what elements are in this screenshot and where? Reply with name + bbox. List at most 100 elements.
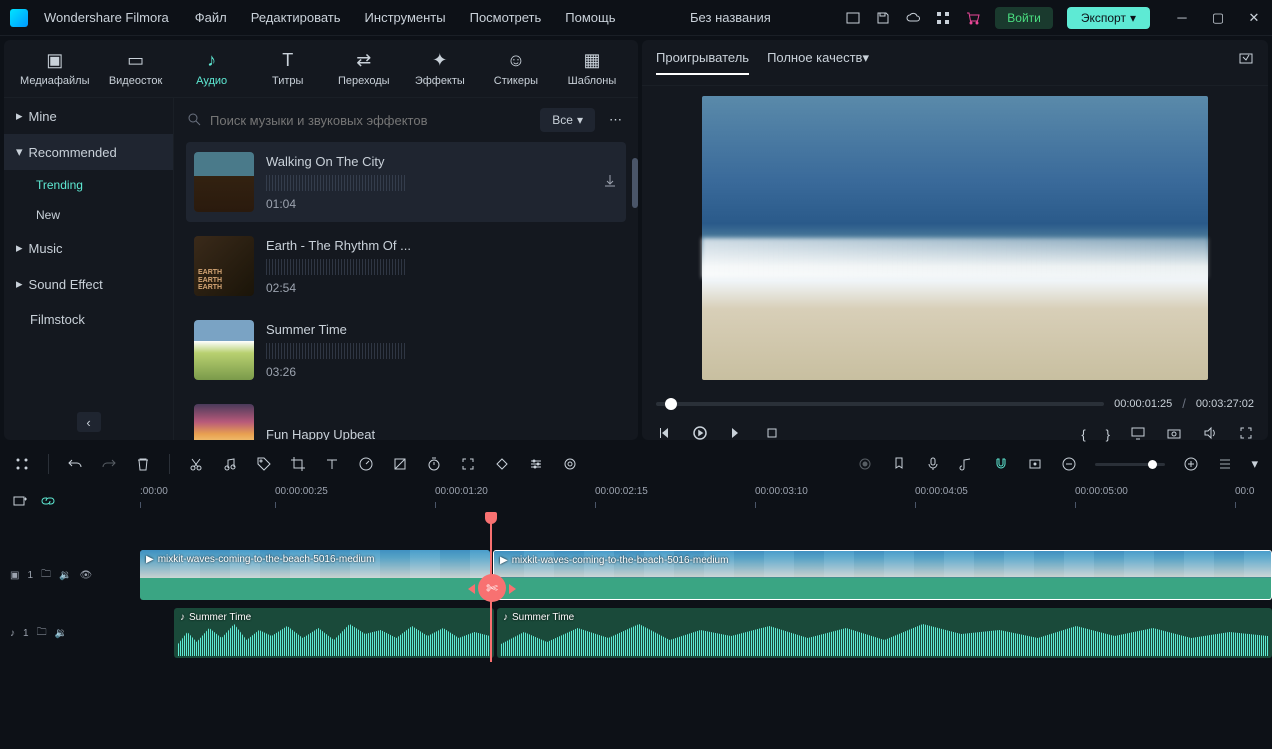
folder-icon[interactable]: 🗀: [37, 625, 47, 642]
tab-quality[interactable]: Полное качеств▾: [767, 50, 869, 75]
export-button[interactable]: Экспорт▾: [1067, 7, 1150, 29]
camera-icon[interactable]: [1166, 425, 1182, 444]
cloud-icon[interactable]: [905, 10, 921, 26]
marker-icon[interactable]: [891, 456, 907, 472]
ruler-tick: 00:00:05:00: [1075, 486, 1128, 497]
close-icon[interactable]: ✕: [1246, 10, 1262, 26]
folder-icon[interactable]: 🗀: [41, 567, 51, 584]
minimize-icon[interactable]: ─: [1174, 10, 1190, 26]
mic-icon[interactable]: [925, 456, 941, 472]
menu-view[interactable]: Посмотреть: [470, 10, 542, 25]
timeline-ruler[interactable]: :00:00 00:00:00:25 00:00:01:20 00:00:02:…: [120, 484, 1272, 518]
tab-player[interactable]: Проигрыватель: [656, 50, 749, 75]
stop-button[interactable]: [764, 425, 780, 444]
color-icon[interactable]: [392, 456, 408, 472]
music-note-icon[interactable]: [222, 456, 238, 472]
menu-edit[interactable]: Редактировать: [251, 10, 341, 25]
save-icon[interactable]: [875, 10, 891, 26]
sidebar-item-music[interactable]: ▸Music: [4, 230, 173, 266]
lock-icon[interactable]: 🔉: [59, 570, 71, 581]
link-icon[interactable]: [40, 493, 56, 509]
eye-icon[interactable]: 👁: [79, 570, 92, 581]
timer-icon[interactable]: [426, 456, 442, 472]
split-marker[interactable]: ✄: [478, 574, 506, 602]
fullscreen-icon[interactable]: [1238, 425, 1254, 444]
adjust-icon[interactable]: [528, 456, 544, 472]
expand-icon[interactable]: [460, 456, 476, 472]
main-menu: Файл Редактировать Инструменты Посмотрет…: [195, 10, 616, 25]
ruler-tick: 00:00:02:15: [595, 486, 648, 497]
sidebar-item-filmstock[interactable]: Filmstock: [4, 302, 173, 337]
cart-icon[interactable]: [965, 10, 981, 26]
frame-icon[interactable]: [1027, 456, 1043, 472]
download-icon[interactable]: [602, 173, 618, 192]
zoom-out-icon[interactable]: [1061, 456, 1077, 472]
zoom-in-icon[interactable]: [1183, 456, 1199, 472]
audio-clip[interactable]: ♪Summer Time: [497, 608, 1272, 658]
magnet-icon[interactable]: [993, 456, 1009, 472]
sidebar-item-new[interactable]: New: [4, 200, 173, 230]
login-button[interactable]: Войти: [995, 7, 1053, 29]
redo-icon[interactable]: [101, 456, 117, 472]
preview-video[interactable]: [702, 96, 1208, 380]
filter-dropdown[interactable]: Все▾: [540, 108, 595, 132]
speed-icon[interactable]: [358, 456, 374, 472]
display-icon[interactable]: [1130, 425, 1146, 444]
sidebar-collapse-button[interactable]: ‹: [77, 412, 101, 432]
mark-out-icon[interactable]: }: [1106, 427, 1110, 442]
tab-stickers[interactable]: ☺Стикеры: [486, 50, 546, 87]
track-item[interactable]: Earth - The Rhythm Of ... 02:54: [186, 226, 626, 306]
maximize-icon[interactable]: ▢: [1210, 10, 1226, 26]
cut-icon[interactable]: [188, 456, 204, 472]
undo-icon[interactable]: [67, 456, 83, 472]
more-button[interactable]: ⋯: [605, 108, 626, 132]
zoom-slider[interactable]: [1095, 463, 1165, 466]
next-frame-button[interactable]: [728, 425, 744, 444]
tab-stock[interactable]: ▭Видеосток: [106, 50, 166, 87]
keyframe-icon[interactable]: [494, 456, 510, 472]
scrollbar[interactable]: [632, 158, 638, 208]
tab-media[interactable]: ▣Медиафайлы: [20, 50, 89, 87]
sidebar-item-sfx[interactable]: ▸Sound Effect: [4, 266, 173, 302]
preview-panel: Проигрыватель Полное качеств▾ 00:00:01:2…: [642, 40, 1268, 440]
mute-icon[interactable]: 🔉: [55, 628, 67, 639]
audio-mixer-icon[interactable]: [959, 456, 975, 472]
ruler-tick: 00:0: [1235, 486, 1254, 497]
track-add-icon[interactable]: [12, 493, 28, 509]
apps-icon[interactable]: [935, 10, 951, 26]
list-view-icon[interactable]: [1217, 456, 1233, 472]
tag-icon[interactable]: [256, 456, 272, 472]
video-clip[interactable]: ▶mixkit-waves-coming-to-the-beach-5016-m…: [140, 550, 490, 600]
sidebar-item-mine[interactable]: ▸Mine: [4, 98, 173, 134]
tab-effects[interactable]: ✦Эффекты: [410, 50, 470, 87]
audio-clip[interactable]: ♪Summer Time: [174, 608, 494, 658]
menu-help[interactable]: Помощь: [565, 10, 615, 25]
video-clip[interactable]: ▶mixkit-waves-coming-to-the-beach-5016-m…: [493, 550, 1272, 600]
menu-tools[interactable]: Инструменты: [365, 10, 446, 25]
dropdown-icon[interactable]: ▾: [1251, 456, 1258, 472]
track-item[interactable]: Fun Happy Upbeat: [186, 394, 626, 440]
text-icon[interactable]: [324, 456, 340, 472]
snapshot-icon[interactable]: [1238, 50, 1254, 75]
search-input[interactable]: [210, 113, 530, 128]
delete-icon[interactable]: [135, 456, 151, 472]
prev-frame-button[interactable]: [656, 425, 672, 444]
layout-icon[interactable]: [845, 10, 861, 26]
sidebar-item-trending[interactable]: Trending: [4, 170, 173, 200]
mark-in-icon[interactable]: {: [1081, 427, 1085, 442]
apps-grid-icon[interactable]: [14, 456, 30, 472]
ai-icon[interactable]: [562, 456, 578, 472]
record-icon[interactable]: [857, 456, 873, 472]
tab-titles[interactable]: TТитры: [258, 50, 318, 87]
track-item[interactable]: Summer Time 03:26: [186, 310, 626, 390]
sidebar-item-recommended[interactable]: ▾Recommended: [4, 134, 173, 170]
tab-audio[interactable]: ♪Аудио: [182, 50, 242, 87]
preview-scrubber[interactable]: [656, 402, 1104, 406]
play-button[interactable]: [692, 425, 708, 444]
track-item[interactable]: Walking On The City 01:04: [186, 142, 626, 222]
volume-icon[interactable]: [1202, 425, 1218, 444]
tab-templates[interactable]: ▦Шаблоны: [562, 50, 622, 87]
tab-transitions[interactable]: ⇄Переходы: [334, 50, 394, 87]
crop-icon[interactable]: [290, 456, 306, 472]
menu-file[interactable]: Файл: [195, 10, 227, 25]
